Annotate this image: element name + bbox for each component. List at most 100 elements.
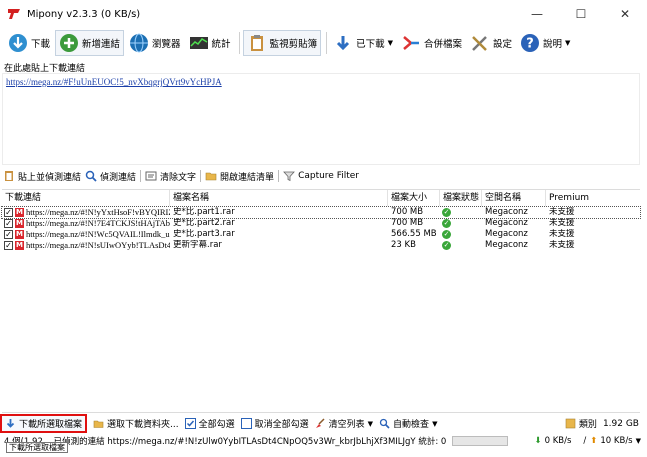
auto-check-button[interactable]: 自動檢查 ▼ [379,417,437,430]
row-link: https://mega.nz/#!N!Wc5QVAIL!Ilmdk_u7... [26,229,170,239]
download-button[interactable]: 下載 [5,30,53,56]
row-status: ✓ [442,207,472,218]
category-info: 類別 1.92 GB [565,415,639,432]
uncheck-all-button[interactable]: 取消全部勾選 [240,417,309,430]
browser-button[interactable]: 瀏覽器 [126,30,184,56]
help-label: 說明 [543,39,563,50]
category-icon [565,418,576,429]
row-size: 700 MB [391,218,424,228]
close-button[interactable]: ✕ [603,0,647,28]
row-size: 566.55 MB [391,229,437,239]
table-row[interactable]: ✓ M https://mega.nz/#!N!7E4TCKJS!tHAjTAb… [2,218,640,229]
settings-label: 設定 [493,39,513,50]
table-row[interactable]: ✓ M https://mega.nz/#!N!sUIwOYyb!TLAsDt4… [2,240,640,251]
paste-detect-button[interactable]: 貼上並偵測連結 [3,170,81,183]
action-bar: 下載所選取檔案 選取下載資料夾... 全部勾選 取消全部勾選 清空列表 ▼ 自動… [0,414,647,433]
row-status: ✓ [442,240,472,251]
column-header-size[interactable]: 檔案大小 [388,190,440,206]
folder-icon [205,170,217,182]
download-speed: 0 KB/s [544,435,572,446]
subtoolbar-separator [200,170,202,182]
row-filename: 更新字幕.rar [173,240,222,250]
column-header-status[interactable]: 檔案狀態 [440,190,482,206]
stats-button[interactable]: 統計 [186,30,234,56]
clear-list-label: 清空列表 [328,420,365,430]
mega-icon: M [15,219,24,228]
row-checkbox[interactable]: ✓ [4,219,13,228]
speed-info: ⬇ 0 KB/s / ⬆ 10 KB/s ▼ [534,433,641,448]
clipboard-icon [247,33,267,53]
choose-folder-button[interactable]: 選取下載資料夾... [93,417,179,430]
chevron-down-icon[interactable]: ▼ [636,437,641,445]
uncheck-all-label: 取消全部勾選 [254,420,309,430]
upload-speed[interactable]: 10 KB/s [600,436,632,446]
mipony-logo-icon [8,9,20,19]
monitor-clipboard-button[interactable]: 監視剪貼簿 [242,30,322,56]
table-row[interactable]: ✓ M https://mega.nz/#!N!yYxtHsoF!vBYQIRI… [1,206,641,219]
globe-icon [129,33,149,53]
download-arrow-icon [8,33,28,53]
check-all-button[interactable]: 全部勾選 [184,417,235,430]
monitor-clipboard-label: 監視剪貼簿 [269,39,318,50]
clear-list-button[interactable]: 清空列表 ▼ [315,417,373,430]
minimize-button[interactable]: — [515,0,559,28]
check-ok-icon: ✓ [442,230,451,239]
column-header-link[interactable]: 下載連結 [2,190,170,206]
row-checkbox[interactable]: ✓ [4,241,13,250]
check-ok-icon: ✓ [442,208,451,217]
table-row[interactable]: ✓ M https://mega.nz/#!N!Wc5QVAIL!Ilmdk_u… [2,229,640,240]
download-speed-icon: ⬇ [534,435,542,446]
add-link-icon [59,33,79,53]
detect-links-label: 偵測連結 [100,172,137,183]
stats-chart-icon [189,33,209,53]
row-link: https://mega.nz/#!N!yYxtHsoF!vBYQIRIZ... [26,207,170,217]
mega-icon: M [15,241,24,250]
downloaded-label: 已下載 [356,39,385,50]
download-label: 下載 [31,39,51,50]
merge-files-label: 合併檔案 [423,39,462,50]
auto-check-icon [379,418,390,429]
column-header-host[interactable]: 空間名稱 [482,190,546,206]
merge-icon [401,33,421,53]
row-link: https://mega.nz/#!N!sUIwOYyb!TLAsDt4... [26,240,170,250]
column-header-filename[interactable]: 檔案名稱 [170,190,388,206]
status-bar: 4 個(1.92... 已偵測的連結 https://mega.nz/#!N!z… [0,433,647,448]
column-header-premium[interactable]: Premium [546,190,640,206]
clear-text-button[interactable]: 清除文字 [145,170,196,183]
open-link-list-label: 開啟連結清單 [220,172,275,183]
progress-bar [452,435,508,446]
pasted-link[interactable]: https://mega.nz/#F!uUnEUOC!5_nvXbqgrjQVr… [6,77,222,87]
capture-filter-button[interactable]: Capture Filter [283,170,359,182]
paste-links-textarea[interactable]: https://mega.nz/#F!uUnEUOC!5_nvXbqgrjQVr… [2,73,640,165]
check-ok-icon: ✓ [442,241,451,250]
row-host: Megaconz [485,229,528,239]
check-ok-icon: ✓ [442,219,451,228]
title-bar: Mipony v2.3.3 (0 KB/s) — ☐ ✕ [0,0,647,28]
row-host: Megaconz [485,240,528,250]
auto-check-label: 自動檢查 [393,420,430,430]
chevron-down-icon: ▼ [565,39,571,47]
row-filename: 史*比.part3.rar [173,229,235,239]
download-selected-label: 下載所選取檔案 [19,420,83,430]
help-icon: ? [520,33,540,53]
open-link-list-button[interactable]: 開啟連結清單 [205,170,274,183]
settings-button[interactable]: 設定 [467,30,515,56]
browser-label: 瀏覽器 [152,39,181,50]
category-label[interactable]: 類別 [579,417,597,430]
check-all-label: 全部勾選 [198,420,235,430]
help-button[interactable]: ? 說明 ▼ [517,30,573,56]
toolbar-separator [326,32,328,54]
merge-files-button[interactable]: 合併檔案 [398,30,465,56]
new-link-button[interactable]: 新增連結 [55,30,125,56]
download-selected-button[interactable]: 下載所選取檔案 [0,414,88,433]
detect-links-button[interactable]: 偵測連結 [85,170,136,183]
row-checkbox[interactable]: ✓ [4,208,13,217]
upload-speed-icon: ⬆ [590,435,598,446]
window-controls: — ☐ ✕ [515,0,647,28]
maximize-button[interactable]: ☐ [559,0,603,28]
row-premium: 未支援 [549,207,575,217]
clear-text-icon [145,170,157,182]
downloaded-button[interactable]: 已下載 ▼ [330,30,396,56]
row-checkbox[interactable]: ✓ [4,230,13,239]
row-status: ✓ [442,218,472,229]
